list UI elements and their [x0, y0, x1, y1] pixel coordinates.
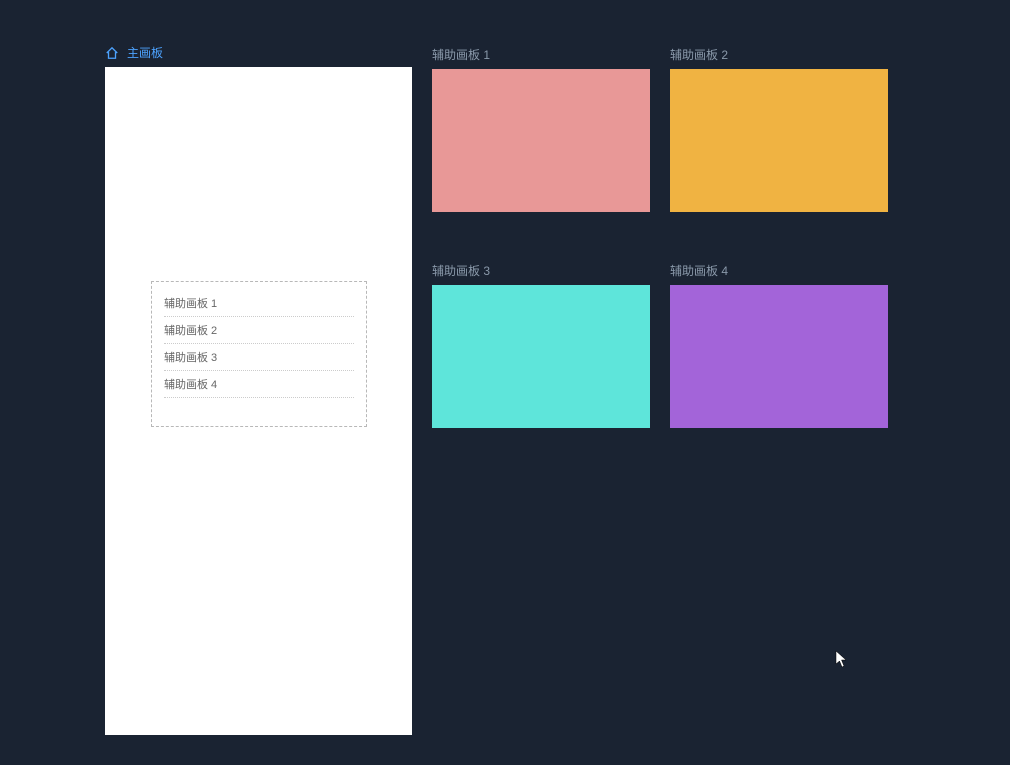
main-artboard-container: 主画板 辅助画板 1 辅助画板 2 辅助画板 3 辅助画板 4 [105, 44, 412, 735]
main-artboard-title: 主画板 [127, 44, 163, 61]
aux-artboard-label: 辅助画板 4 [670, 262, 888, 279]
list-item[interactable]: 辅助画板 2 [164, 317, 354, 344]
cursor-icon [835, 650, 849, 673]
aux-artboard-1-container: 辅助画板 1 [432, 46, 650, 212]
aux-artboard-4-container: 辅助画板 4 [670, 262, 888, 428]
aux-artboard-3-container: 辅助画板 3 [432, 262, 650, 428]
main-artboard[interactable]: 辅助画板 1 辅助画板 2 辅助画板 3 辅助画板 4 [105, 67, 412, 735]
aux-artboard-2[interactable] [670, 69, 888, 212]
list-container[interactable]: 辅助画板 1 辅助画板 2 辅助画板 3 辅助画板 4 [151, 281, 367, 427]
aux-artboard-3[interactable] [432, 285, 650, 428]
list-item[interactable]: 辅助画板 4 [164, 371, 354, 398]
list-item[interactable]: 辅助画板 1 [164, 290, 354, 317]
aux-artboard-4[interactable] [670, 285, 888, 428]
aux-artboard-label: 辅助画板 3 [432, 262, 650, 279]
aux-artboard-label: 辅助画板 1 [432, 46, 650, 63]
aux-artboard-label: 辅助画板 2 [670, 46, 888, 63]
main-artboard-header: 主画板 [105, 44, 412, 61]
aux-artboard-2-container: 辅助画板 2 [670, 46, 888, 212]
list-item[interactable]: 辅助画板 3 [164, 344, 354, 371]
aux-artboard-1[interactable] [432, 69, 650, 212]
home-icon [105, 46, 119, 60]
